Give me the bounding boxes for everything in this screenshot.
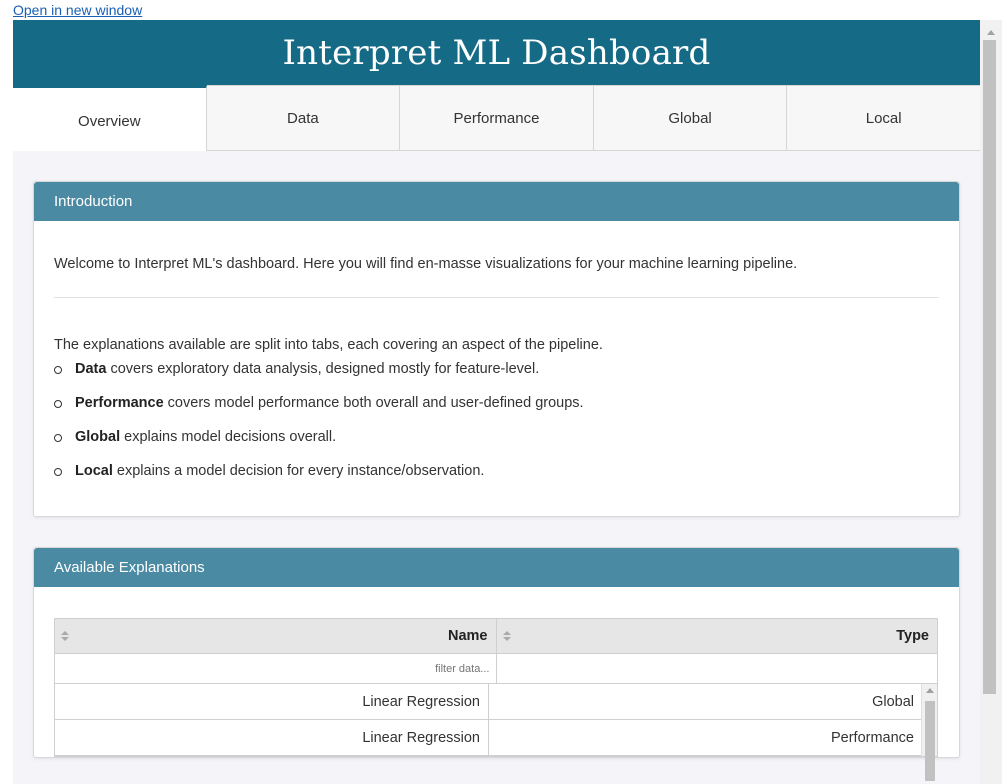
table-header-row: Name Type xyxy=(55,619,937,654)
introduction-card: Introduction Welcome to Interpret ML's d… xyxy=(33,181,960,517)
table-body: Linear Regression Global Linear Regressi… xyxy=(55,684,937,781)
list-item-text: explains model decisions overall. xyxy=(120,429,337,445)
table-filter-row xyxy=(55,654,937,684)
available-explanations-header: Available Explanations xyxy=(34,548,959,587)
column-header-label: Type xyxy=(896,628,929,644)
list-item-bold: Local xyxy=(75,463,113,479)
column-header-name[interactable]: Name xyxy=(55,619,497,653)
table-cell-type: Global xyxy=(872,693,914,710)
tab-performance[interactable]: Performance xyxy=(400,85,594,150)
page-scrollbar[interactable] xyxy=(980,20,1002,784)
table-cell-name: Linear Regression xyxy=(55,684,489,719)
page-scrollbar-thumb[interactable] xyxy=(983,40,996,694)
introduction-header: Introduction xyxy=(34,182,959,221)
type-filter-input[interactable] xyxy=(496,662,931,675)
tab-overview[interactable]: Overview xyxy=(13,85,207,151)
list-item-bold: Performance xyxy=(75,395,164,411)
filter-cell-name xyxy=(55,654,497,683)
tab-global[interactable]: Global xyxy=(593,85,788,150)
list-item-text: explains a model decision for every inst… xyxy=(112,463,485,479)
list-item-text: covers model performance both overall an… xyxy=(163,395,584,411)
table-row[interactable]: Linear Regression Performance xyxy=(55,720,937,756)
dashboard-title: Interpret ML Dashboard xyxy=(282,32,711,73)
available-explanations-card: Available Explanations Name Type filter … xyxy=(33,547,960,781)
list-item-text: covers exploratory data analysis, design… xyxy=(106,361,540,377)
list-item: Data covers exploratory data analysis, d… xyxy=(54,360,939,378)
name-filter-input[interactable] xyxy=(55,662,490,675)
tab-data[interactable]: Data xyxy=(206,85,401,150)
dashboard-frame: Interpret ML Dashboard Overview Data Per… xyxy=(13,20,980,784)
list-item-bold: Global xyxy=(75,429,121,445)
table-cell-name: Linear Regression xyxy=(55,720,489,755)
list-item: Performance covers model performance bot… xyxy=(54,394,939,412)
tab-description-list: Data covers exploratory data analysis, d… xyxy=(54,360,939,480)
scroll-up-arrow-icon[interactable] xyxy=(987,30,995,35)
tabs-explanation-text: The explanations available are split int… xyxy=(54,337,603,353)
overview-content: Introduction Welcome to Interpret ML's d… xyxy=(13,151,980,781)
tab-local[interactable]: Local xyxy=(787,85,980,150)
introduction-body: Welcome to Interpret ML's dashboard. Her… xyxy=(34,221,959,516)
list-item-bold: Data xyxy=(75,361,107,377)
explanations-table: Name Type filter data... Linear Regressi… xyxy=(54,618,938,781)
list-item: Global explains model decisions overall. xyxy=(54,428,939,446)
column-header-label: Name xyxy=(448,628,488,644)
intro-divider xyxy=(54,297,939,298)
tab-bar: Overview Data Performance Global Local xyxy=(13,85,980,151)
table-row[interactable]: Linear Regression Global xyxy=(55,684,937,720)
list-item: Local explains a model decision for ever… xyxy=(54,462,939,480)
sort-arrows-icon[interactable] xyxy=(502,631,511,641)
open-in-new-window-link[interactable]: Open in new window xyxy=(13,2,142,18)
table-scrollbar[interactable] xyxy=(921,684,937,781)
scroll-up-arrow-icon[interactable] xyxy=(926,688,934,693)
welcome-text: Welcome to Interpret ML's dashboard. Her… xyxy=(54,256,798,272)
filter-cell-type xyxy=(496,654,938,683)
available-explanations-body: Name Type filter data... Linear Regressi… xyxy=(34,587,959,781)
table-scrollbar-thumb[interactable] xyxy=(925,701,935,781)
table-cell-type: Performance xyxy=(830,729,914,746)
dashboard-banner: Interpret ML Dashboard xyxy=(13,20,980,85)
column-header-type[interactable]: Type xyxy=(497,619,938,653)
sort-arrows-icon[interactable] xyxy=(61,631,69,641)
